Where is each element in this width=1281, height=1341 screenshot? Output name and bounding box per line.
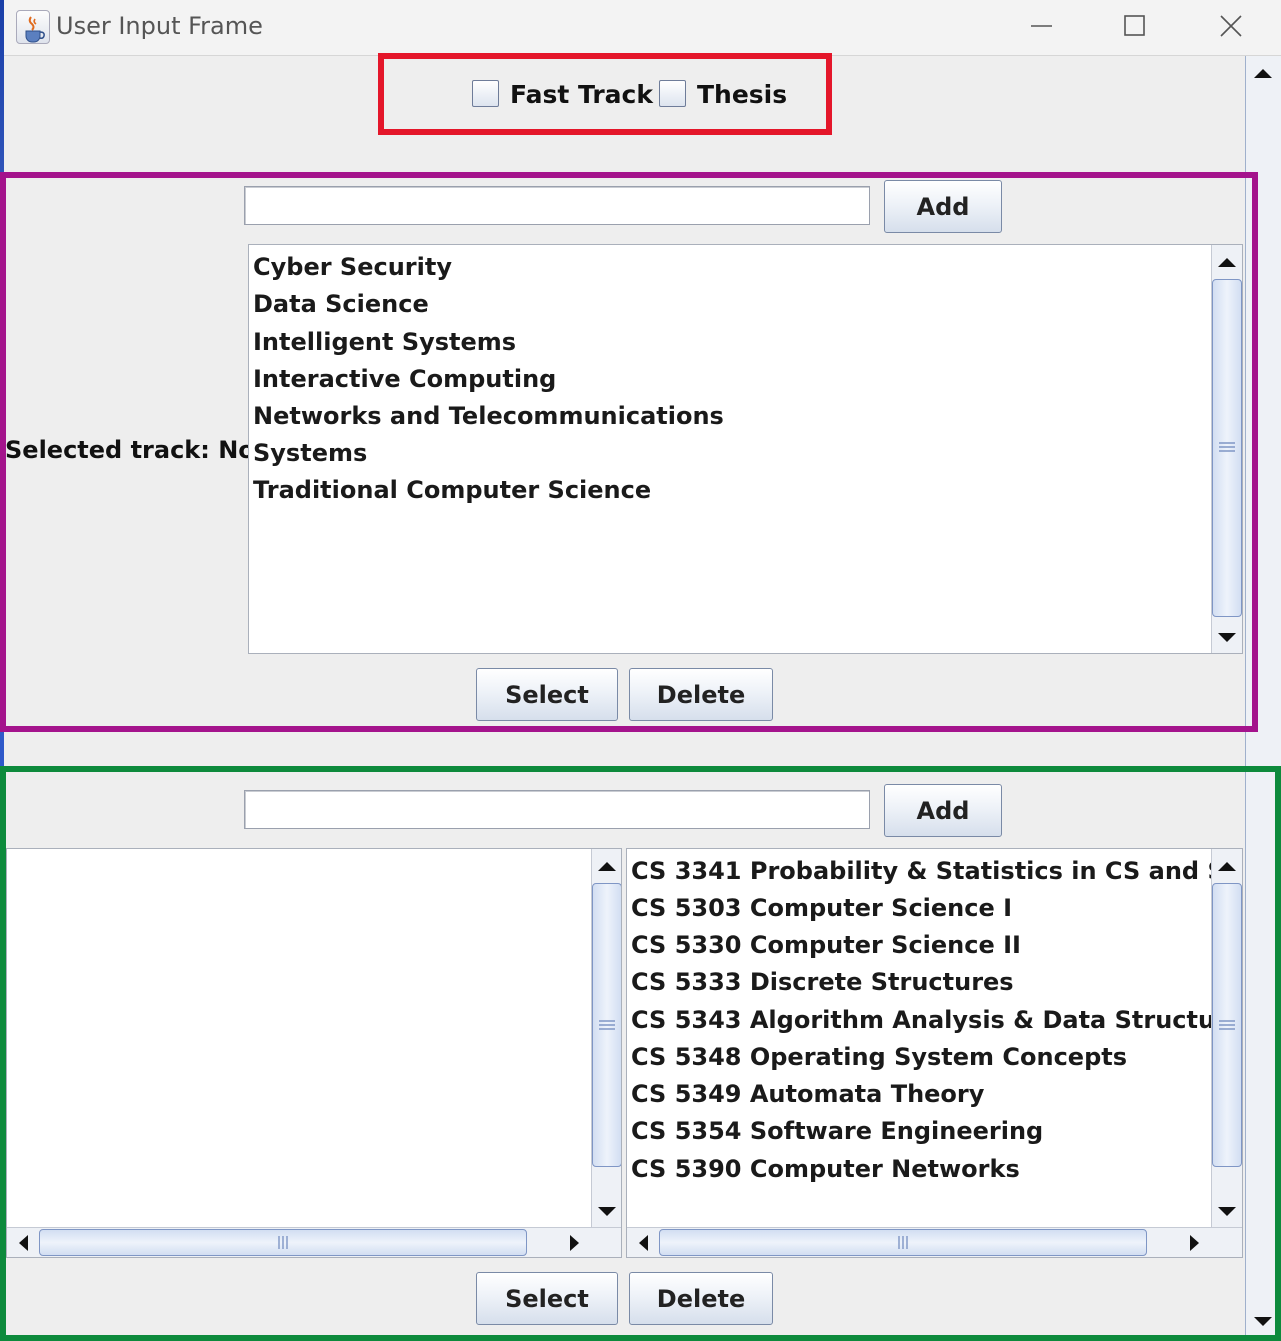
course-select-button[interactable]: Select [476, 1272, 618, 1325]
list-item[interactable]: CS 5333 Discrete Structures [631, 968, 1014, 996]
selected-track-label: Selected track: None [5, 436, 289, 464]
thesis-checkbox[interactable] [659, 80, 686, 107]
course-list[interactable]: CS 3341 Probability & Statistics in CS a… [626, 848, 1243, 1258]
scroll-right-arrow-icon[interactable] [1179, 1228, 1209, 1257]
track-add-button[interactable]: Add [884, 180, 1002, 233]
scroll-left-arrow-icon[interactable] [629, 1228, 659, 1257]
grip-icon [895, 1229, 911, 1256]
list-item[interactable]: Traditional Computer Science [253, 476, 651, 504]
close-icon [1220, 15, 1242, 37]
list-item[interactable]: Data Science [253, 290, 429, 318]
list-item[interactable]: Interactive Computing [253, 365, 556, 393]
list-item[interactable]: CS 5349 Automata Theory [631, 1080, 984, 1108]
list-item[interactable]: CS 5390 Computer Networks [631, 1155, 1020, 1183]
scroll-left-arrow-icon[interactable] [9, 1228, 39, 1257]
selected-courses-list[interactable] [6, 848, 622, 1258]
grip-icon [592, 1017, 621, 1033]
minimize-icon [1031, 25, 1052, 27]
list-item[interactable]: Networks and Telecommunications [253, 402, 724, 430]
scroll-up-arrow-icon[interactable] [1211, 247, 1242, 277]
minimize-button[interactable] [1009, 6, 1073, 46]
scroll-up-arrow-icon[interactable] [591, 851, 621, 881]
grip-icon [275, 1229, 291, 1256]
list-item[interactable]: Intelligent Systems [253, 328, 516, 356]
fast-track-checkbox[interactable] [472, 80, 499, 107]
scroll-down-arrow-icon[interactable] [591, 1195, 621, 1225]
scroll-down-arrow-icon[interactable] [1211, 1195, 1242, 1225]
course-input[interactable] [244, 790, 870, 829]
list-item[interactable]: Systems [253, 439, 367, 467]
window-title: User Input Frame [56, 12, 263, 40]
track-delete-button[interactable]: Delete [629, 668, 773, 721]
course-add-button[interactable]: Add [884, 784, 1002, 837]
list-item[interactable]: CS 5354 Software Engineering [631, 1117, 1043, 1145]
close-button[interactable] [1199, 6, 1263, 46]
grip-icon [1212, 439, 1242, 455]
window-scroll-up-arrow-icon[interactable] [1247, 58, 1279, 90]
scroll-up-arrow-icon[interactable] [1211, 851, 1242, 881]
course-delete-button[interactable]: Delete [629, 1272, 773, 1325]
list-item[interactable]: CS 5343 Algorithm Analysis & Data Struct… [631, 1006, 1242, 1034]
scroll-down-arrow-icon[interactable] [1211, 621, 1242, 651]
list-item[interactable]: CS 5303 Computer Science I [631, 894, 1012, 922]
java-cup-icon [16, 10, 50, 44]
fast-track-label[interactable]: Fast Track [510, 80, 653, 109]
list-item[interactable]: Cyber Security [253, 253, 452, 281]
track-list[interactable]: Cyber Security Data Science Intelligent … [248, 244, 1243, 654]
maximize-button[interactable] [1103, 6, 1167, 46]
scroll-right-arrow-icon[interactable] [559, 1228, 589, 1257]
track-input[interactable] [244, 186, 870, 225]
track-select-button[interactable]: Select [476, 668, 618, 721]
maximize-icon [1124, 15, 1145, 36]
list-item[interactable]: CS 3341 Probability & Statistics in CS a… [631, 857, 1241, 885]
list-item[interactable]: CS 5330 Computer Science II [631, 931, 1021, 959]
thesis-label[interactable]: Thesis [697, 80, 787, 109]
list-item[interactable]: CS 5348 Operating System Concepts [631, 1043, 1127, 1071]
grip-icon [1212, 1017, 1242, 1033]
